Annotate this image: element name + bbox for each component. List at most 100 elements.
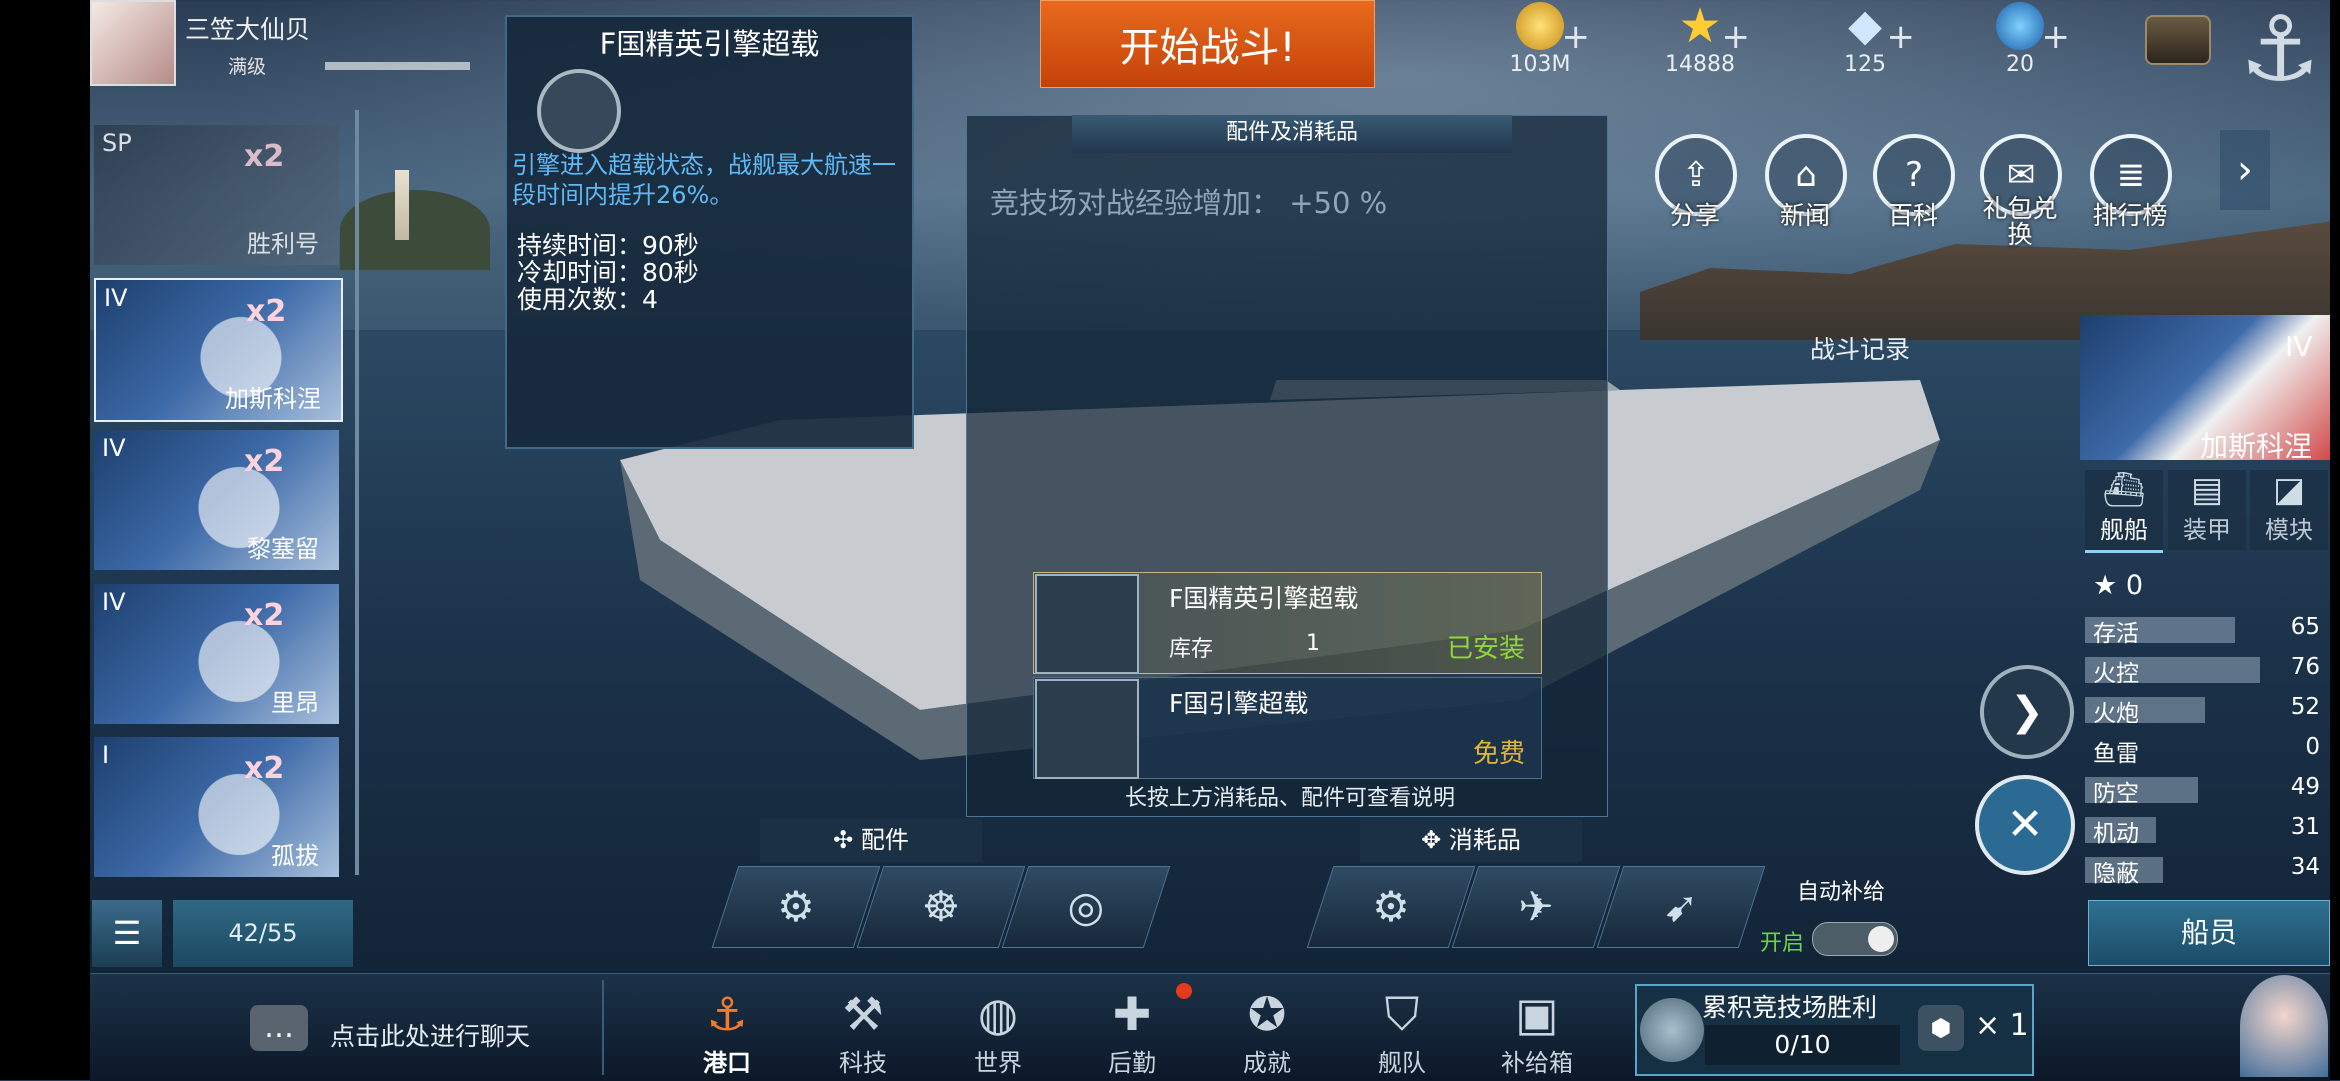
exp-multiplier: x2 (244, 598, 285, 633)
player-avatar[interactable] (90, 0, 176, 86)
assistant-avatar[interactable] (2240, 975, 2328, 1077)
stat-value: 34 (2290, 854, 2320, 880)
repair-icon: ⚙ (777, 882, 815, 931)
nav-achievements[interactable]: ✪ 成就 (1212, 985, 1322, 1080)
stat-value: 65 (2290, 614, 2320, 640)
gift-redeem-button[interactable]: ✉ 礼包兑换 (1980, 134, 2062, 248)
tooltip-stats: 持续时间：90秒 冷却时间：80秒 使用次数：4 (517, 232, 699, 313)
stat-row: 防空 49 (2085, 772, 2330, 810)
part-slot-1[interactable]: ⚙ (711, 866, 881, 948)
tab-ship[interactable]: ⛴ 舰船 (2085, 470, 2163, 553)
add-icon[interactable]: + (1887, 17, 1916, 57)
ship-name: 里昂 (271, 689, 319, 717)
parts-section-header: ✣ 配件 (760, 818, 982, 862)
repair-icon: ⚙ (1372, 882, 1410, 931)
leaderboard-button[interactable]: ≣ 排行榜 (2090, 134, 2172, 234)
tools-icon[interactable]: ✕ (1975, 775, 2075, 875)
add-icon[interactable]: + (1562, 17, 1591, 57)
consumable-slot-2[interactable]: ✈ (1451, 866, 1621, 948)
item-name: F国引擎超载 (1169, 689, 1309, 718)
add-icon[interactable]: + (1722, 17, 1751, 57)
tab-armor[interactable]: ▤ 装甲 (2168, 470, 2246, 550)
consumable-option-elite-engine[interactable]: F国精英引擎超载 库存 1 已安装 (1033, 572, 1542, 674)
chat-prompt[interactable]: 点击此处进行聊天 (330, 1017, 530, 1053)
ship-name: 胜利号 (247, 230, 319, 258)
selected-ship-name: 加斯科涅 (2200, 430, 2313, 463)
ship-card-selected[interactable]: IV x2 加斯科涅 (94, 278, 343, 422)
encyclopedia-button[interactable]: ? 百科 (1873, 134, 1955, 234)
chat-icon[interactable]: … (250, 1005, 308, 1051)
achievement-icon: ✪ (1247, 987, 1287, 1041)
nav-fleet-label: 舰队 (1378, 1049, 1426, 1077)
stat-label: 火控 (2093, 661, 2139, 687)
ship-card[interactable]: SP x2 胜利号 (94, 125, 339, 265)
diamond-resource[interactable]: ◆ + 125 (1805, 2, 1925, 82)
nav-port[interactable]: ⚓ 港口 (672, 985, 782, 1080)
medal-resource[interactable]: ★ + 14888 (1640, 2, 1760, 82)
anchor-icon[interactable]: ⚓ (2235, 0, 2325, 100)
part-slot-3[interactable]: ◎ (1001, 866, 1171, 948)
nav-world-label: 世界 (974, 1049, 1022, 1077)
tab-module[interactable]: ◪ 模块 (2250, 470, 2328, 550)
reward-count: × 1 (1975, 1008, 2029, 1043)
news-button[interactable]: ⌂ 新闻 (1765, 134, 1847, 234)
consumable-slot-3[interactable]: ➹ (1596, 866, 1766, 948)
parts-label: 配件 (860, 826, 909, 854)
start-battle-button[interactable]: 开始战斗! (1040, 0, 1375, 88)
ship-name: 孤拔 (271, 842, 319, 870)
treasure-chest-icon[interactable] (2145, 15, 2211, 65)
battle-record-link[interactable]: 战斗记录 (1810, 330, 1910, 366)
list-view-button[interactable]: ☰ (92, 900, 162, 967)
auto-supply-toggle[interactable] (1812, 922, 1898, 956)
nav-supply-box[interactable]: ▣ 补给箱 (1482, 985, 1592, 1080)
ship-card[interactable]: I x2 孤拔 (94, 737, 339, 877)
ship-name: 黎塞留 (247, 535, 319, 563)
uses-stat: 使用次数：4 (517, 285, 658, 314)
crystal-resource[interactable]: + 20 (1960, 2, 2080, 82)
nav-logistics[interactable]: ✚ 后勤 (1077, 985, 1187, 1080)
engine-boost-icon (1035, 574, 1139, 674)
consumable-option-engine[interactable]: F国引擎超载 免费 (1033, 677, 1542, 779)
nav-tech[interactable]: ⚒ 科技 (808, 985, 918, 1080)
ship-card[interactable]: IV x2 里昂 (94, 584, 339, 724)
arena-quest-title: 累积竞技场胜利 (1702, 993, 1878, 1022)
cooldown-stat: 冷却时间：80秒 (517, 258, 699, 287)
stat-label: 存活 (2093, 621, 2139, 647)
ship-icon: ⛴ (2102, 470, 2146, 510)
tooltip-description: 引擎进入超载状态，战舰最大航速一段时间内提升26%。 (512, 151, 896, 209)
ship-name: 加斯科涅 (225, 385, 321, 413)
engine-boost-icon: ➹ (1663, 882, 1699, 931)
nav-fleet[interactable]: ⛉ 舰队 (1347, 985, 1457, 1080)
installed-status: 已安装 (1446, 634, 1525, 664)
stat-label: 火炮 (2093, 701, 2139, 727)
ship-list-scrollbar[interactable] (355, 110, 359, 875)
exp-multiplier: x2 (244, 444, 285, 479)
crew-button[interactable]: 船员 (2088, 900, 2330, 966)
nav-world[interactable]: ◍ 世界 (943, 985, 1053, 1080)
chevron-right-icon[interactable]: › (2220, 130, 2270, 210)
stat-value: 0 (2305, 734, 2320, 760)
share-button[interactable]: ⇪ 分享 (1655, 134, 1737, 234)
share-label: 分享 (1669, 201, 1720, 230)
stat-value: 49 (2290, 774, 2320, 800)
stat-row: 火炮 52 (2085, 692, 2330, 730)
blue-crystal-icon (1996, 2, 2044, 50)
toggle-knob (1868, 926, 1894, 952)
stat-label: 鱼雷 (2093, 741, 2139, 767)
nav-supply-box-label: 补给箱 (1501, 1049, 1573, 1077)
gold-resource[interactable]: + 103M (1480, 2, 1600, 82)
rank-chevron-icon[interactable]: ❯ (1980, 665, 2074, 759)
nav-divider (602, 980, 604, 1075)
selected-ship-tier: IV (2285, 330, 2313, 363)
add-icon[interactable]: + (2042, 17, 2071, 57)
nav-port-label: 港口 (703, 1049, 751, 1077)
stat-label: 隐蔽 (2093, 861, 2139, 887)
ship-tier: SP (102, 129, 132, 157)
globe-icon: ◍ (977, 987, 1019, 1041)
target-icon: ◎ (1067, 882, 1105, 931)
ship-card[interactable]: IV x2 黎塞留 (94, 430, 339, 570)
stock-label: 库存 (1169, 637, 1214, 662)
consumable-slot-1[interactable]: ⚙ (1306, 866, 1476, 948)
part-slot-2[interactable]: ☸ (856, 866, 1026, 948)
armor-icon: ▤ (2190, 470, 2224, 510)
